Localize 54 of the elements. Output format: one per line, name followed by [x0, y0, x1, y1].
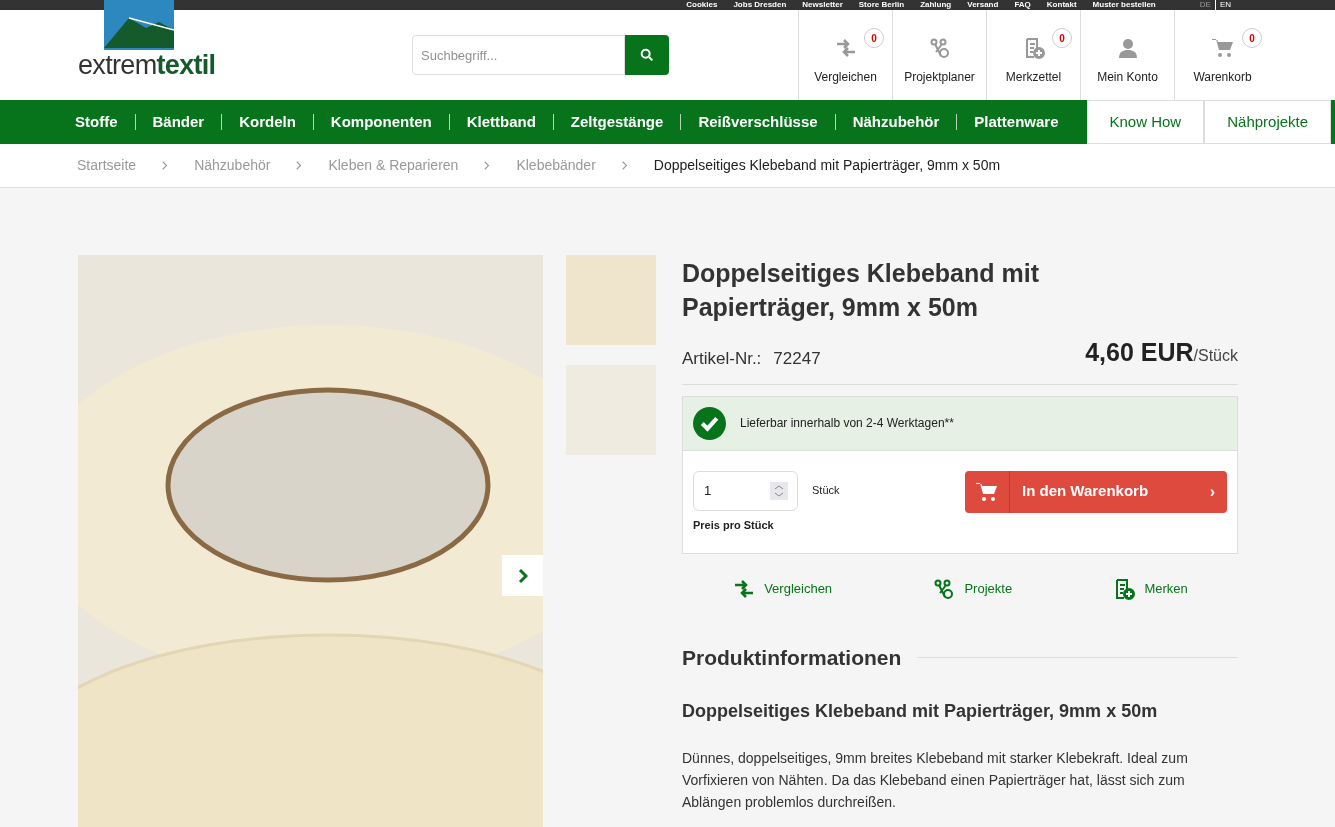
product-action-link[interactable]: Vergleichen	[732, 577, 833, 601]
section-heading: Produktinformationen	[682, 645, 902, 671]
check-circle-icon	[693, 406, 726, 440]
article-label: Artikel-Nr.:	[682, 348, 762, 370]
top-link[interactable]: Zahlung	[920, 0, 952, 10]
nav-tab[interactable]: Know How	[1086, 100, 1205, 144]
nav-tab[interactable]: Nähprojekte	[1204, 100, 1332, 144]
top-link[interactable]: Cookies	[686, 0, 718, 10]
price: 4,60 EUR	[1085, 337, 1194, 368]
next-arrow-button[interactable]	[502, 555, 543, 596]
nav-link[interactable]: Reißverschlüsse	[681, 110, 835, 134]
add-to-cart-button[interactable]: In den Warenkorb ›	[965, 470, 1227, 513]
nav-link[interactable]: Komponenten	[313, 110, 449, 134]
top-link[interactable]: Jobs Dresden	[733, 0, 787, 10]
top-link[interactable]: Kontakt	[1046, 0, 1077, 10]
nav-link[interactable]: Bänder	[135, 110, 222, 134]
product-action-link[interactable]: Merken	[1112, 577, 1188, 601]
top-link[interactable]: Versand	[967, 0, 999, 10]
count-badge: 0	[1242, 28, 1262, 48]
price-unit: /Stück	[1193, 347, 1238, 366]
breadcrumb-link[interactable]: Doppelseitiges Klebeband mit Papierträger, 9mm x 50m	[653, 155, 1001, 176]
cart-icon	[1210, 36, 1235, 60]
nav-link[interactable]: Nähzubehör	[835, 110, 957, 134]
quantity-unit: Stück	[812, 483, 840, 499]
count-badge: 0	[864, 28, 884, 48]
quantity-field[interactable]: 1	[693, 470, 798, 511]
top-link[interactable]: Muster bestellen	[1092, 0, 1156, 10]
article-number: 72247	[773, 348, 821, 370]
chevron-icon	[484, 161, 491, 170]
nav-link[interactable]: Stoffe	[58, 110, 135, 134]
chevron-icon	[296, 161, 303, 170]
chevron-icon	[162, 161, 169, 170]
product-description: Dünnes, doppelseitiges, 9mm breites Klebeband mit starker Klebekraft. Ideal zum Vorfixieren von Nähten. Da das Klebeband einen Papierträger hat, lässt sich zum Ablängen problemlos durchreißen.	[682, 748, 1189, 812]
search-button[interactable]	[625, 35, 669, 75]
nav-link[interactable]: Zeltgestänge	[553, 110, 681, 134]
top-link[interactable]: FAQ	[1014, 0, 1031, 10]
language-link[interactable]: DE	[1195, 0, 1215, 10]
nav-link[interactable]: Kordeln	[222, 110, 313, 134]
search-icon	[639, 47, 655, 63]
product-title: Doppelseitiges Klebeband mit Papierträger, 9mm x 50m	[682, 258, 1040, 323]
chevron-right-icon	[517, 567, 528, 584]
info-title: Doppelseitiges Klebeband mit Papierträger, 9mm x 50m	[682, 699, 1159, 723]
price-note: Preis pro Stück	[693, 517, 775, 533]
search-field[interactable]: Suchbegriff...	[412, 35, 625, 75]
nav-link[interactable]: Plattenware	[957, 110, 1076, 134]
top-link[interactable]: Newsletter	[802, 0, 843, 10]
logo-text[interactable]: extremtextil	[78, 52, 216, 79]
top-link[interactable]: Store Berlin	[858, 0, 905, 10]
availability-text: Lieferbar innerhalb von 2-4 Werktagen**	[740, 415, 954, 432]
count-badge: 0	[1052, 28, 1072, 48]
nav-link[interactable]: Klettband	[449, 110, 553, 134]
thumbnail-photo[interactable]	[566, 255, 656, 345]
chevron-icon	[621, 161, 628, 170]
product-action-link[interactable]: Projekte	[932, 577, 1013, 601]
